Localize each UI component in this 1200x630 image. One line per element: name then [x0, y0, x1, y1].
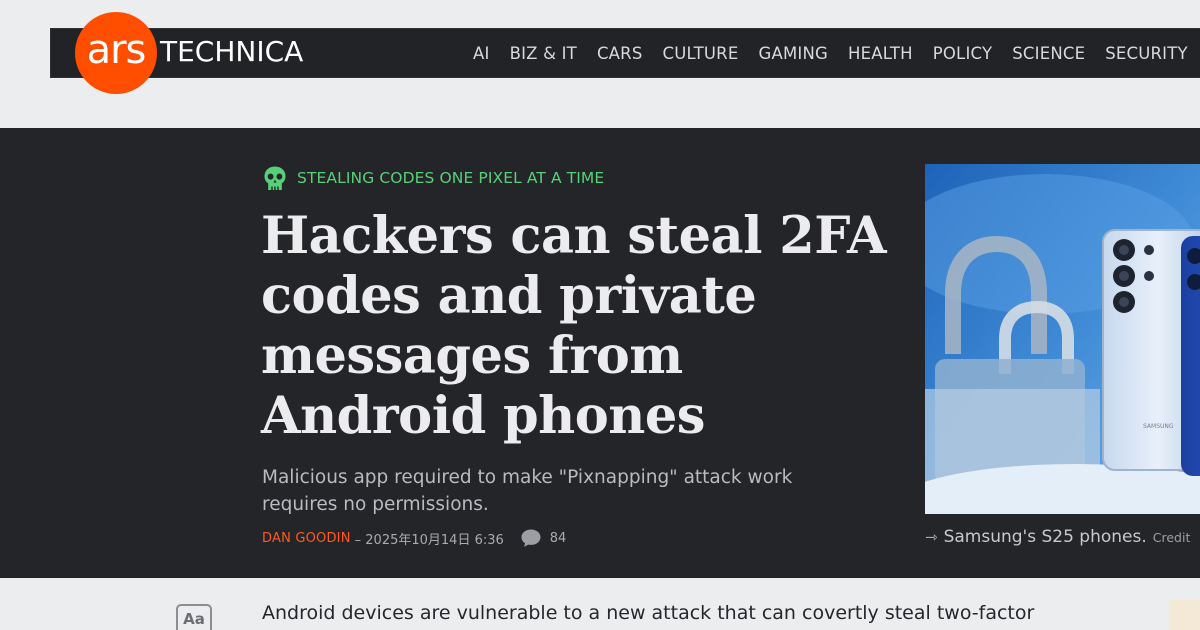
phone-brand-label: SAMSUNG [1143, 423, 1174, 430]
kicker-text[interactable]: STEALING CODES ONE PIXEL AT A TIME [297, 169, 604, 187]
article-dek: Malicious app required to make "Pixnappi… [262, 467, 793, 515]
caption-arrow-icon: ⇾ [925, 528, 938, 546]
nav-item-policy[interactable]: POLICY [933, 44, 993, 63]
publish-date: – 2025年10月14日 6:36 [354, 532, 504, 548]
nav-item-security[interactable]: SECURITY [1105, 44, 1188, 63]
author-link[interactable]: DAN GOODIN [262, 531, 351, 546]
nav-item-biz-it[interactable]: BIZ & IT [510, 44, 577, 63]
nav-item-cars[interactable]: CARS [597, 44, 643, 63]
nav-item-culture[interactable]: CULTURE [663, 44, 739, 63]
nav-item-gaming[interactable]: GAMING [758, 44, 828, 63]
hero-image[interactable]: SAMSUNG [925, 164, 1200, 514]
phones-and-padlocks-illustration: SAMSUNG [925, 164, 1200, 514]
text-settings-label: Aa [183, 610, 205, 628]
comment-count[interactable]: 84 [550, 531, 567, 546]
logo-ars-text: ars [86, 27, 147, 73]
comment-bubble-icon[interactable] [520, 528, 542, 548]
sidebar-ad-edge [1170, 600, 1200, 630]
article-headline: Hackers can steal 2FA codes and private … [261, 206, 887, 446]
article-body-first-line: Android devices are vulnerable to a new … [262, 602, 1035, 624]
nav-item-ai[interactable]: AI [473, 44, 490, 63]
nav-item-health[interactable]: HEALTH [848, 44, 913, 63]
article-byline: DAN GOODIN – 2025年10月14日 6:36 84 [262, 528, 566, 548]
caption-text: Samsung's S25 phones. [943, 527, 1147, 547]
logo-technica-text[interactable]: TECHNICA [160, 35, 303, 68]
article-kicker: STEALING CODES ONE PIXEL AT A TIME [262, 165, 604, 191]
caption-credit[interactable]: Credit [1153, 530, 1191, 545]
ars-technica-logo[interactable]: ars [75, 12, 157, 94]
skull-icon [264, 166, 286, 190]
text-settings-button[interactable]: Aa [176, 604, 212, 630]
nav-item-science[interactable]: SCIENCE [1012, 44, 1085, 63]
image-caption: ⇾ Samsung's S25 phones. Credit [925, 527, 1190, 547]
primary-nav: AI BIZ & IT CARS CULTURE GAMING HEALTH P… [473, 44, 1200, 63]
